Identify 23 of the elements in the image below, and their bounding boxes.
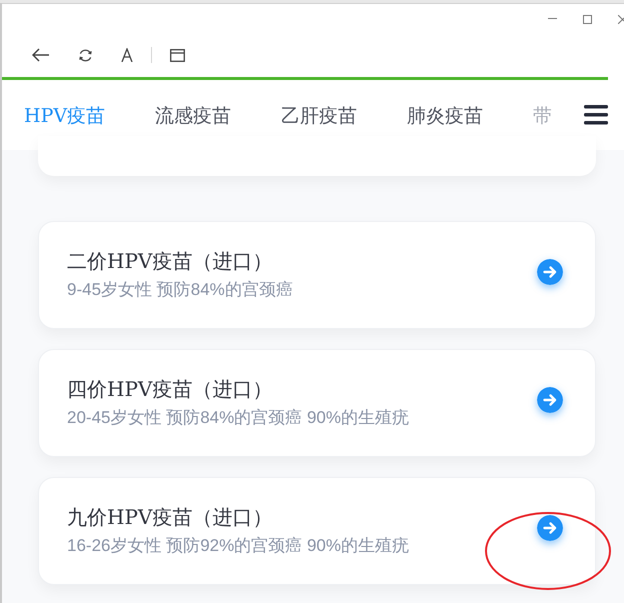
vaccine-title: 二价HPV疫苗（进口） bbox=[67, 248, 274, 274]
vaccine-description: 9-45岁女性 预防84%的宫颈癌 bbox=[67, 279, 294, 301]
menu-icon[interactable] bbox=[584, 105, 608, 125]
vaccine-card[interactable]: 九价HPV疫苗（进口） 16-26岁女性 预防92%的宫颈癌 90%的生殖疣 bbox=[38, 477, 596, 585]
arrow-button-icon[interactable] bbox=[537, 387, 563, 413]
close-icon[interactable] bbox=[618, 14, 624, 24]
vaccine-card[interactable]: 二价HPV疫苗（进口） 9-45岁女性 预防84%的宫颈癌 bbox=[38, 221, 596, 329]
vaccine-title: 四价HPV疫苗（进口） bbox=[67, 376, 274, 402]
vaccine-description: 16-26岁女性 预防92%的宫颈癌 90%的生殖疣 bbox=[67, 535, 410, 557]
maximize-icon[interactable] bbox=[583, 14, 592, 24]
vaccine-description: 20-45岁女性 预防84%的宫颈癌 90%的生殖疣 bbox=[67, 407, 410, 429]
refresh-icon[interactable] bbox=[78, 48, 93, 62]
category-tab[interactable]: 流感疫苗 bbox=[155, 102, 232, 128]
font-size-icon[interactable] bbox=[121, 48, 133, 62]
vaccine-title: 九价HPV疫苗（进口） bbox=[67, 504, 274, 530]
vaccine-card[interactable]: 四价HPV疫苗（进口） 20-45岁女性 预防84%的宫颈癌 90%的生殖疣 bbox=[38, 349, 596, 457]
back-icon[interactable] bbox=[32, 48, 50, 62]
arrow-button-icon[interactable] bbox=[537, 515, 563, 541]
minimize-icon[interactable] bbox=[548, 18, 557, 20]
window-icon[interactable] bbox=[170, 48, 185, 62]
category-tab[interactable]: 肺炎疫苗 bbox=[407, 102, 484, 128]
category-tab[interactable]: 乙肝疫苗 bbox=[281, 102, 358, 128]
arrow-button-icon[interactable] bbox=[537, 259, 563, 285]
